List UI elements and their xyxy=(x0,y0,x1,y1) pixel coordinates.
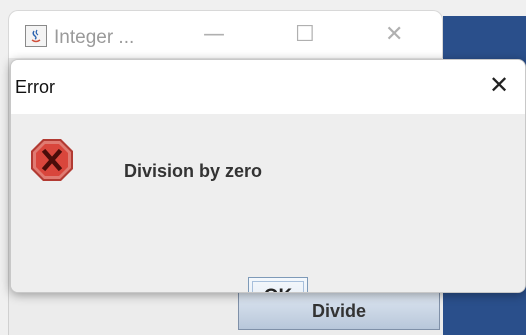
dialog-title: Error xyxy=(15,77,55,97)
divide-button[interactable]: Divide xyxy=(238,292,440,330)
error-icon xyxy=(31,139,73,181)
minimize-icon[interactable]: — xyxy=(203,23,225,47)
ok-button[interactable]: OK xyxy=(248,277,308,292)
dialog-titlebar[interactable]: Error ✕ xyxy=(11,60,525,114)
error-message: Division by zero xyxy=(124,161,263,181)
error-dialog: Error ✕ Division by zero OK xyxy=(10,59,526,293)
dialog-body: Division by zero OK xyxy=(11,114,525,292)
java-app-icon xyxy=(25,25,47,47)
dialog-close-icon[interactable]: ✕ xyxy=(489,72,509,98)
parent-window-title: Integer ... xyxy=(54,27,135,48)
maximize-icon[interactable]: ☐ xyxy=(295,23,315,47)
parent-close-icon[interactable]: ✕ xyxy=(385,23,403,47)
parent-titlebar[interactable]: Integer ... — ☐ ✕ xyxy=(8,10,443,58)
